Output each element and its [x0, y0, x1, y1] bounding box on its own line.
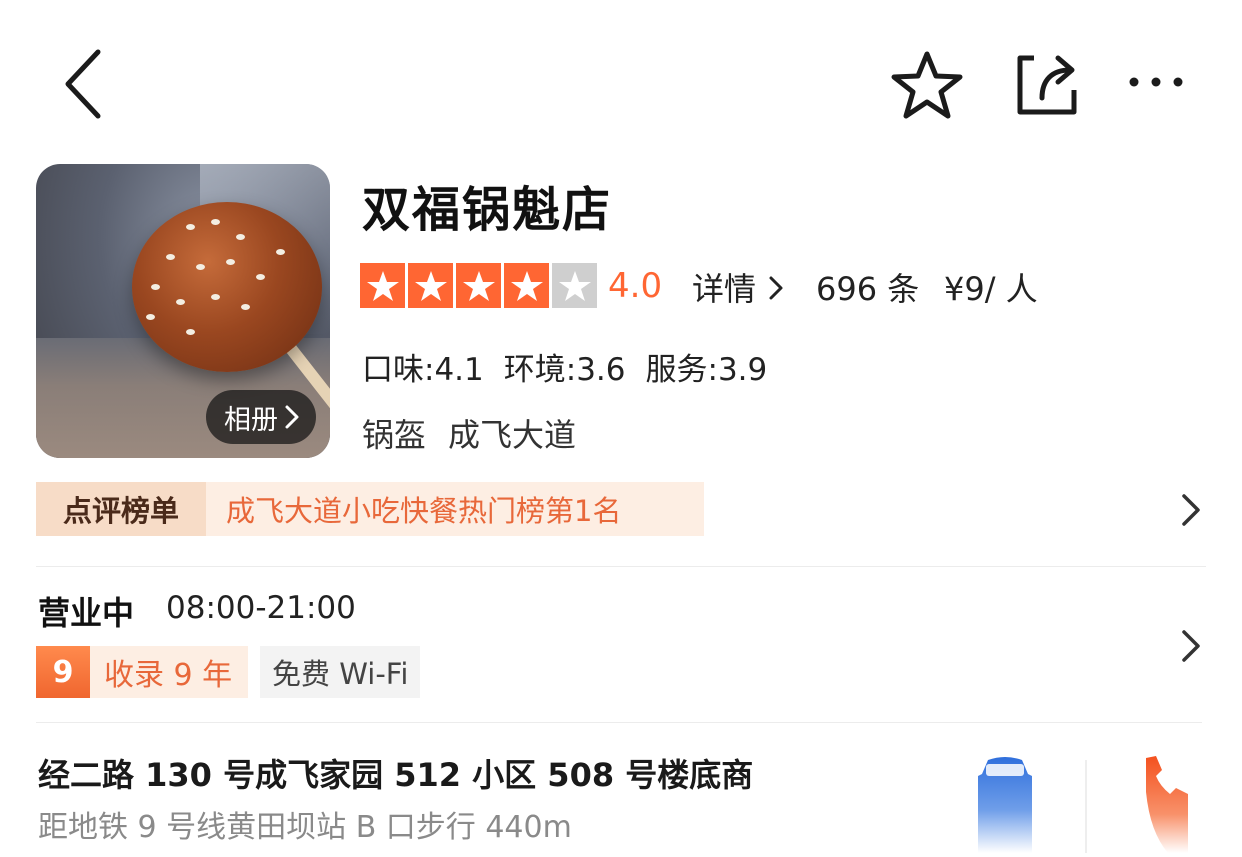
open-status: 营业中 — [38, 594, 135, 632]
sub-scores: 口味:4.1 环境:3.6 服务:3.9 — [362, 344, 767, 389]
share-button[interactable] — [1012, 50, 1082, 120]
chevron-right-icon — [769, 276, 783, 300]
hours-chevron[interactable] — [1172, 626, 1208, 666]
shop-name: 双福锅魁店 — [362, 182, 613, 238]
ranking-banner[interactable]: 点评榜单 成飞大道小吃快餐热门榜第1名 — [36, 482, 704, 536]
price-per-person: ¥9/ 人 — [944, 270, 1038, 308]
shop-photo[interactable]: 相册 — [36, 164, 330, 458]
rating-stars — [360, 263, 597, 308]
opening-hours: 08:00-21:00 — [166, 590, 356, 626]
chevron-right-icon — [1182, 494, 1200, 526]
detail-label: 详情 — [692, 270, 757, 308]
star-filled-icon — [360, 263, 405, 308]
review-count[interactable]: 696 条 — [816, 264, 919, 310]
star-filled-icon — [408, 263, 453, 308]
chevron-right-icon — [285, 405, 299, 429]
star-empty-icon — [552, 263, 597, 308]
star-filled-icon — [456, 263, 501, 308]
ranking-label: 点评榜单 — [36, 482, 206, 536]
metro-distance: 距地铁 9 号线黄田坝站 B 口步行 440m — [38, 810, 572, 845]
rating-value: 4.0 — [608, 266, 663, 306]
call-button[interactable] — [1140, 752, 1190, 853]
album-label: 相册 — [224, 404, 278, 436]
more-dots-icon — [1129, 77, 1183, 87]
album-button[interactable]: 相册 — [206, 390, 316, 444]
chevron-right-icon — [1182, 630, 1200, 662]
score-taste: 口味:4.1 — [362, 352, 484, 388]
divider — [36, 722, 1202, 723]
rating-detail-link[interactable]: 详情 — [692, 264, 786, 310]
star-outline-icon — [891, 51, 963, 119]
chevron-left-icon — [65, 49, 101, 119]
shop-tags: 锅盔 成飞大道 — [362, 410, 576, 456]
car-icon — [978, 757, 1032, 853]
score-service: 服务:3.9 — [645, 352, 768, 388]
years-text: 收录 9 年 — [104, 658, 233, 693]
favorite-button[interactable] — [890, 50, 964, 120]
phone-icon — [1146, 756, 1188, 853]
wifi-badge: 免费 Wi-Fi — [260, 646, 421, 698]
photo-food — [132, 202, 322, 372]
ranking-chevron[interactable] — [1172, 490, 1208, 530]
navigate-button[interactable] — [970, 752, 1040, 853]
vertical-divider — [1085, 760, 1087, 853]
ranking-text: 成飞大道小吃快餐热门榜第1名 — [226, 494, 622, 528]
share-icon — [1017, 55, 1077, 115]
more-button[interactable] — [1124, 60, 1188, 104]
years-listed-badge: 9 收录 9 年 — [36, 646, 249, 698]
years-number: 9 — [36, 646, 90, 698]
divider — [36, 566, 1206, 567]
score-environment: 环境:3.6 — [503, 352, 626, 388]
back-button[interactable] — [58, 44, 108, 124]
star-filled-icon — [504, 263, 549, 308]
tag-area[interactable]: 成飞大道 — [448, 410, 576, 456]
address-text[interactable]: 经二路 130 号成飞家园 512 小区 508 号楼底商 — [38, 750, 753, 796]
tag-category[interactable]: 锅盔 — [362, 410, 426, 456]
